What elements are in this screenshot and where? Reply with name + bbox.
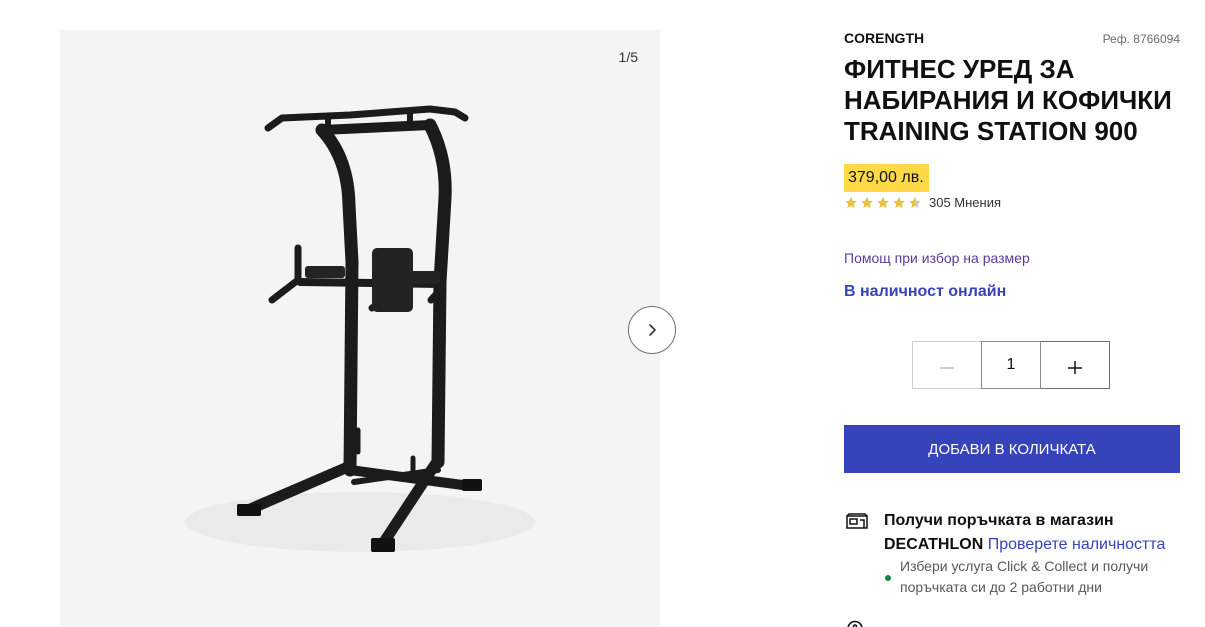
circle-icon [847,620,863,627]
store-icon [846,513,868,529]
quantity-input[interactable] [981,341,1041,389]
decrease-quantity-button[interactable] [912,341,982,389]
star-icon [892,196,906,210]
star-icon [908,196,922,210]
reviews-count[interactable]: 305 Мнения [929,195,1001,211]
quantity-stepper [912,341,1112,389]
check-availability-link[interactable]: Проверете наличността [988,536,1166,553]
rating-summary[interactable]: 305 Мнения [844,195,1001,211]
chevron-right-icon [649,324,656,336]
star-icon [844,196,858,210]
size-help-link[interactable]: Помощ при избор на размер [844,249,1030,267]
image-counter: 1/5 [618,49,638,65]
increase-quantity-button[interactable] [1040,341,1110,389]
product-image[interactable] [60,30,660,627]
star-icon [876,196,890,210]
product-title: ФИТНЕС УРЕД ЗА НАБИРАНИЯ И КОФИЧКИ TRAIN… [844,54,1172,146]
product-gallery: 1/5 [60,30,660,627]
star-icon [860,196,874,210]
pickup-text: Получи поръчката в магазин DECATHLON Про… [884,509,1184,557]
rating-stars [844,196,922,210]
next-image-button[interactable] [628,306,676,354]
price-badge: 379,00 лв. [844,164,929,192]
minus-icon [940,367,954,369]
status-dot [885,575,891,581]
product-ref: Реф. 8766094 [1102,32,1180,46]
availability-status: В наличност онлайн [844,283,1007,300]
plus-icon [1068,361,1082,374]
pickup-note: Избери услуга Click & Collect и получи п… [900,558,1149,595]
add-to-cart-button[interactable]: ДОБАВИ В КОЛИЧКАТА [844,425,1180,473]
brand-name[interactable]: CORENGTH [844,30,924,46]
